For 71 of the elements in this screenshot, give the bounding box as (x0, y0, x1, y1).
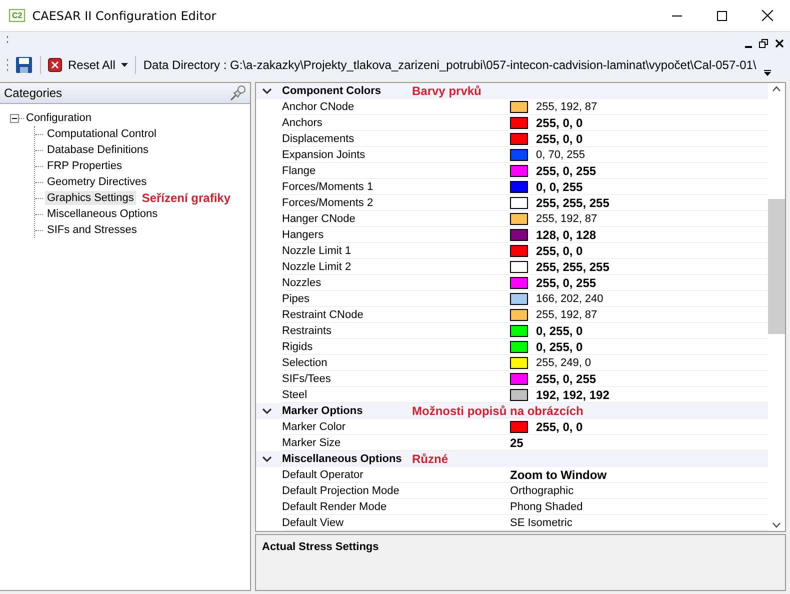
data-directory-label: Data Directory : G:\a-zakazky\Projekty_tlakova_zarizeni_potrubi\057-intecon-cadvision-laminat\vypočet\Cal-057-01\ (143, 58, 756, 72)
property-name: Nozzle Limit 1 (282, 244, 352, 256)
property-value[interactable]: 0, 255, 0 (536, 340, 583, 354)
property-name: Default Projection Mode (282, 484, 400, 496)
property-name: Marker Size (282, 436, 342, 448)
property-value[interactable]: 255, 192, 87 (536, 308, 598, 320)
property-value[interactable]: 128, 0, 128 (536, 228, 596, 242)
property-name: Forces/Moments 2 (282, 196, 374, 208)
property-value[interactable]: Zoom to Window (510, 468, 607, 482)
property-value[interactable]: 255, 0, 255 (536, 372, 596, 386)
property-value[interactable]: Phong Shaded (510, 500, 583, 512)
property-value[interactable]: Orthographic (510, 484, 574, 496)
property-name: Rigids (282, 340, 314, 352)
app-icon: C2 (9, 9, 26, 22)
window-title: CAESAR II Configuration Editor (32, 8, 218, 22)
property-name: Hangers (282, 228, 325, 240)
property-name: Restraints (282, 324, 333, 336)
property-name: Marker Color (282, 420, 347, 432)
property-name: Pipes (282, 292, 311, 304)
property-value[interactable]: 0, 70, 255 (536, 148, 585, 160)
property-value[interactable]: 0, 0, 255 (536, 180, 583, 194)
property-value[interactable]: 255, 192, 87 (536, 100, 598, 112)
tree-item[interactable]: SIFs and Stresses (45, 223, 139, 237)
property-name: Restraint CNode (282, 308, 364, 320)
annotation-text: Různé (412, 452, 448, 466)
property-value[interactable]: 255, 255, 255 (536, 260, 610, 274)
property-name: Default Operator (282, 468, 364, 480)
property-name: Anchors (282, 116, 324, 128)
description-title: Actual Stress Settings (262, 541, 379, 553)
property-value[interactable]: 255, 0, 0 (536, 244, 583, 258)
property-name: Anchor CNode (282, 100, 356, 112)
property-value[interactable]: 192, 192, 192 (536, 388, 610, 402)
property-name: Flange (282, 164, 317, 176)
property-name: Forces/Moments 1 (282, 180, 374, 192)
property-value[interactable]: 0, 255, 0 (536, 324, 583, 338)
annotation-text: Barvy prvků (412, 84, 482, 98)
property-name: SIFs/Tees (282, 372, 332, 384)
tree-item[interactable]: Configuration (26, 112, 92, 124)
property-name: Selection (282, 356, 328, 368)
tree-item[interactable]: Computational Control (45, 127, 158, 141)
property-value[interactable]: 255, 255, 255 (536, 196, 610, 210)
property-name: Steel (282, 388, 308, 400)
property-value[interactable]: 166, 202, 240 (536, 292, 604, 304)
tree-item[interactable]: Miscellaneous Options (45, 207, 160, 221)
group-header[interactable]: Marker Options (282, 405, 412, 417)
property-name: Default Render Mode (282, 500, 388, 512)
property-value[interactable]: 255, 0, 255 (536, 276, 596, 290)
group-header[interactable]: Component Colors (282, 85, 412, 97)
property-name: Expansion Joints (282, 148, 366, 160)
property-name: Nozzles (282, 276, 322, 288)
annotation-text: Seřízení grafiky (142, 191, 231, 205)
property-value[interactable]: 25 (510, 436, 524, 450)
property-name: Default View (282, 516, 345, 528)
group-header[interactable]: Miscellaneous Options (282, 453, 412, 465)
annotation-text: Možnosti popisů na obrázcích (412, 404, 584, 418)
property-value[interactable]: 255, 0, 0 (536, 132, 583, 146)
reset-all-button[interactable]: Reset All (68, 58, 116, 72)
property-name: Hanger CNode (282, 212, 356, 224)
property-value[interactable]: 255, 0, 0 (536, 420, 583, 434)
property-name: Displacements (282, 132, 356, 144)
property-value[interactable]: 255, 0, 255 (536, 164, 596, 178)
property-value[interactable]: SE Isometric (510, 516, 572, 528)
panel-title: Categories (4, 86, 62, 100)
tree-item[interactable]: FRP Properties (45, 159, 124, 173)
property-value[interactable]: 255, 0, 0 (536, 116, 583, 130)
tree-item[interactable]: Graphics Settings (45, 191, 136, 205)
property-value[interactable]: 255, 249, 0 (536, 356, 592, 368)
tree-item[interactable]: Database Definitions (45, 143, 151, 157)
property-name: Nozzle Limit 2 (282, 260, 352, 272)
tree-item[interactable]: Geometry Directives (45, 175, 149, 189)
property-value[interactable]: 255, 192, 87 (536, 212, 598, 224)
